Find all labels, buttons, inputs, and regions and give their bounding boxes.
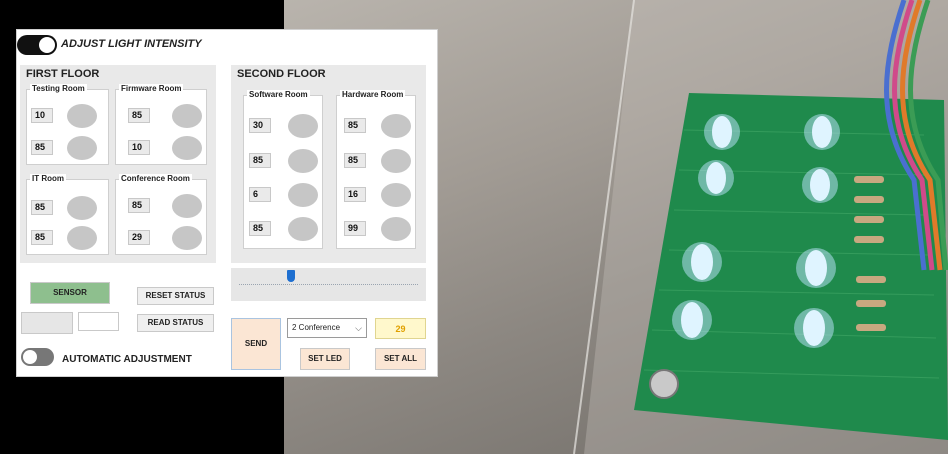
intensity-value[interactable]: 85 [249,153,271,168]
room-name: Software Room [247,90,310,99]
second-floor-title: SECOND FLOOR [237,68,326,80]
intensity-value[interactable]: 99 [344,221,366,236]
lamp-indicator[interactable] [172,194,202,218]
intensity-value[interactable]: 85 [249,221,271,236]
room-conference: Conference Room 85 29 [115,174,207,255]
lamp-indicator[interactable] [172,226,202,250]
intensity-value-input[interactable]: 29 [375,318,426,339]
status-input[interactable] [78,312,119,331]
intensity-value[interactable]: 6 [249,187,271,202]
intensity-value[interactable]: 16 [344,187,366,202]
lamp-indicator[interactable] [288,217,318,241]
room-name: Firmware Room [119,84,184,93]
pcb-board [634,93,948,440]
intensity-value[interactable]: 30 [249,118,271,133]
lamp-indicator[interactable] [381,217,411,241]
room-select[interactable]: 2 Conference ⌵ [287,318,367,338]
room-select-value: 2 Conference [292,323,341,332]
intensity-value[interactable]: 85 [31,140,53,155]
slider-track [239,284,418,285]
room-name: Testing Room [30,84,87,93]
room-name: Hardware Room [340,90,406,99]
lamp-indicator[interactable] [67,104,97,128]
room-name: IT Room [30,174,66,183]
intensity-toggle[interactable] [17,35,57,55]
intensity-value[interactable]: 85 [31,200,53,215]
screw-icon [649,369,679,399]
first-floor-title: FIRST FLOOR [26,68,100,80]
read-status-button[interactable]: READ STATUS [137,314,214,332]
lamp-indicator[interactable] [288,114,318,138]
intensity-value[interactable]: 85 [344,153,366,168]
auto-adjust-label: AUTOMATIC ADJUSTMENT [62,354,192,365]
light-control-window: ADJUST LIGHT INTENSITY FIRST FLOOR Testi… [16,29,438,377]
lamp-indicator[interactable] [67,226,97,250]
lamp-indicator[interactable] [381,149,411,173]
slider-thumb[interactable] [287,270,295,282]
reset-status-button[interactable]: RESET STATUS [137,287,214,305]
lamp-indicator[interactable] [172,104,202,128]
intensity-value[interactable]: 10 [31,108,53,123]
lamp-indicator[interactable] [172,136,202,160]
intensity-value[interactable]: 85 [128,198,150,213]
intensity-value[interactable]: 85 [128,108,150,123]
lamp-indicator[interactable] [67,196,97,220]
send-button[interactable]: SEND [231,318,281,370]
room-name: Conference Room [119,174,192,183]
room-testing: Testing Room 10 85 [26,84,109,165]
auto-adjust-toggle[interactable] [21,348,54,366]
room-it: IT Room 85 85 [26,174,109,255]
lamp-indicator[interactable] [381,183,411,207]
intensity-slider[interactable] [231,268,426,301]
sensor-button[interactable]: SENSOR [30,282,110,304]
intensity-value[interactable]: 29 [128,230,150,245]
toggle-knob [23,350,37,364]
lamp-indicator[interactable] [381,114,411,138]
lamp-indicator[interactable] [288,183,318,207]
lamp-indicator[interactable] [67,136,97,160]
room-hardware: Hardware Room 85 85 16 99 [336,90,416,249]
room-software: Software Room 30 85 6 85 [243,90,323,249]
second-floor-panel: SECOND FLOOR Software Room 30 85 6 85 Ha… [231,65,426,263]
status-display [21,312,73,334]
set-led-button[interactable]: SET LED [300,348,350,370]
first-floor-panel: FIRST FLOOR Testing Room 10 85 Firmware … [20,65,216,263]
toggle-knob [39,37,55,53]
page-title: ADJUST LIGHT INTENSITY [61,38,202,50]
lamp-indicator[interactable] [288,149,318,173]
chevron-down-icon: ⌵ [355,323,362,333]
intensity-value[interactable]: 85 [344,118,366,133]
set-all-button[interactable]: SET ALL [375,348,426,370]
intensity-value[interactable]: 10 [128,140,150,155]
room-firmware: Firmware Room 85 10 [115,84,207,165]
intensity-value[interactable]: 85 [31,230,53,245]
